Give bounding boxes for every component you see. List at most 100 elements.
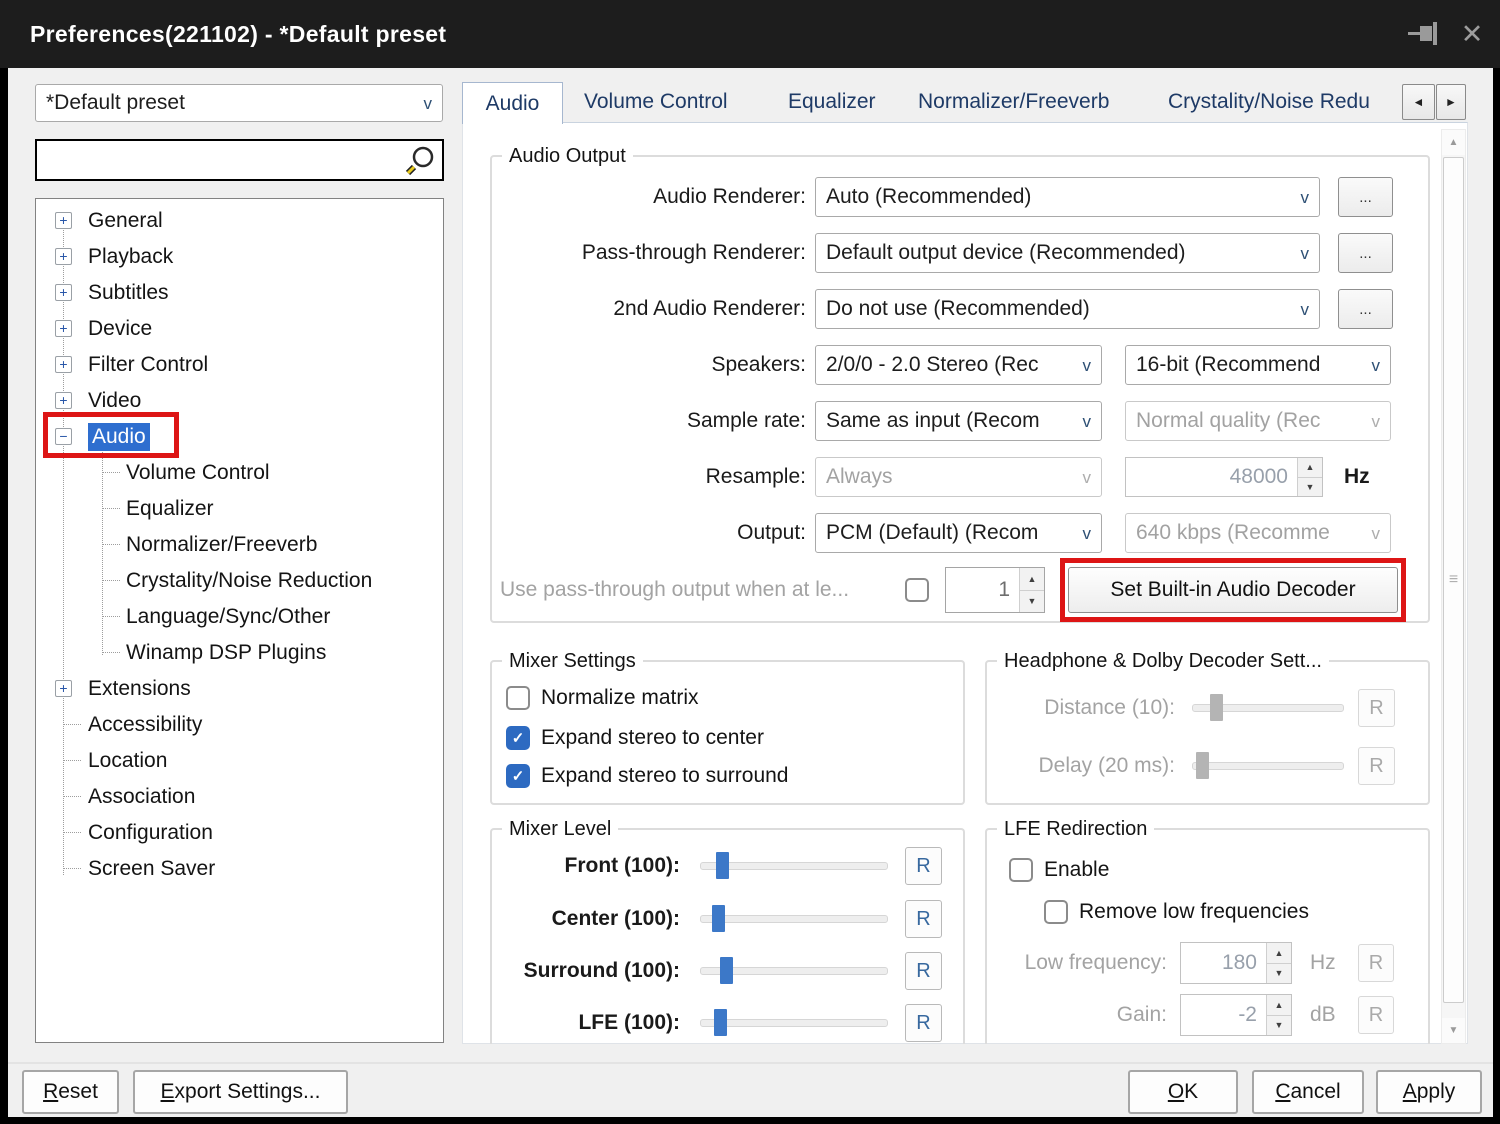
slider-thumb[interactable] [712,905,725,932]
scroll-up-button[interactable]: ▲ [1442,130,1465,155]
dropdown-value: Normal quality (Rec [1136,409,1366,433]
normalize-matrix-checkbox[interactable] [506,686,530,710]
passthrough-renderer-dropdown[interactable]: Default output device (Recommended) v [815,233,1320,273]
tab-crystality-noise-reduction[interactable]: Crystality/Noise Redu [1168,82,1400,122]
dropdown-value: Default output device (Recommended) [826,241,1295,265]
expand-plus-icon[interactable]: + [55,680,72,697]
remove-low-frequencies-checkbox[interactable] [1044,900,1068,924]
tree-item-extensions[interactable]: + Extensions [36,671,443,707]
tree-item-accessibility[interactable]: Accessibility [36,707,443,743]
tree-item-association[interactable]: Association [36,779,443,815]
slider-thumb[interactable] [714,1009,727,1036]
expand-stereo-center-checkbox[interactable]: ✓ [506,726,530,750]
tree-item-device[interactable]: + Device [36,311,443,347]
dropdown-value: Same as input (Recom [826,409,1077,433]
tree-item-label: Winamp DSP Plugins [126,639,326,667]
tab-volume-control[interactable]: Volume Control [584,82,728,122]
front-level-label: Front (100): [500,846,680,886]
slider-thumb[interactable] [720,957,733,984]
expand-plus-icon[interactable]: + [55,392,72,409]
lfe-enable-checkbox[interactable] [1009,858,1033,882]
tree-item-audio[interactable]: − Audio [36,419,443,455]
output-format-dropdown[interactable]: PCM (Default) (Recom v [815,513,1102,553]
second-audio-renderer-dropdown[interactable]: Do not use (Recommended) v [815,289,1320,329]
apply-button[interactable]: Apply [1376,1070,1482,1114]
scrollbar-thumb[interactable]: ≡ [1443,157,1464,1003]
slider-thumb[interactable] [716,852,729,879]
expand-plus-icon[interactable]: + [55,212,72,229]
tree-connector [63,832,81,833]
lfe-level-slider[interactable] [700,1003,888,1043]
speakers-dropdown[interactable]: 2/0/0 - 2.0 Stereo (Rec v [815,345,1102,385]
expand-plus-icon[interactable]: + [55,320,72,337]
tree-item-winamp-dsp-plugins[interactable]: Winamp DSP Plugins [36,635,443,671]
front-level-slider[interactable] [700,846,888,886]
tree-item-playback[interactable]: + Playback [36,239,443,275]
tree-item-crystality-noise-reduction[interactable]: Crystality/Noise Reduction [36,563,443,599]
tab-equalizer[interactable]: Equalizer [788,82,876,122]
second-audio-renderer-more-button[interactable]: ... [1338,289,1393,329]
tree-item-video[interactable]: + Video [36,383,443,419]
center-level-reset-button[interactable]: R [905,900,942,938]
slider-track[interactable] [700,1019,888,1027]
tree-item-label: Equalizer [126,495,214,523]
tree-item-subtitles[interactable]: + Subtitles [36,275,443,311]
tree-item-general[interactable]: + General [36,203,443,239]
pin-icon[interactable] [1406,20,1444,48]
front-level-reset-button[interactable]: R [905,847,942,885]
distance-label: Distance (10): [1005,688,1175,728]
spinner-down-icon: ▼ [1298,478,1322,497]
tree-item-language-sync-other[interactable]: Language/Sync/Other [36,599,443,635]
cancel-button[interactable]: Cancel [1252,1070,1364,1114]
search-input[interactable] [35,139,444,181]
check-icon: ✓ [512,767,525,785]
passthrough-min-checkbox[interactable] [905,578,929,602]
tree-item-volume-control[interactable]: Volume Control [36,455,443,491]
tab-normalizer-freeverb[interactable]: Normalizer/Freeverb [918,82,1109,122]
expand-plus-icon[interactable]: + [55,356,72,373]
expand-stereo-center-label[interactable]: Expand stereo to center [541,725,764,751]
tab-scroll-left-button[interactable]: ◄ [1402,84,1435,120]
settings-tree: + General + Playback + Subtitles + Devic… [35,198,444,1043]
export-settings-button[interactable]: Export Settings... [133,1070,348,1114]
normalize-matrix-label[interactable]: Normalize matrix [541,685,699,711]
sample-rate-dropdown[interactable]: Same as input (Recom v [815,401,1102,441]
speakers-bitdepth-dropdown[interactable]: 16-bit (Recommend v [1125,345,1391,385]
audio-renderer-more-button[interactable]: ... [1338,177,1393,217]
expand-plus-icon[interactable]: + [55,284,72,301]
lfe-enable-label[interactable]: Enable [1044,857,1109,883]
low-frequency-label: Low frequency: [1005,942,1167,984]
tree-item-normalizer-freeverb[interactable]: Normalizer/Freeverb [36,527,443,563]
passthrough-min-spinner: 1 ▲ ▼ [945,567,1045,613]
tab-audio[interactable]: Audio [462,82,563,124]
surround-level-slider[interactable] [700,951,888,991]
tree-item-location[interactable]: Location [36,743,443,779]
tree-item-label: Association [88,783,195,811]
tab-scroll-right-button[interactable]: ► [1436,84,1466,120]
reset-button[interactable]: Reset [22,1070,119,1114]
lfe-level-reset-button[interactable]: R [905,1004,942,1042]
remove-low-frequencies-label[interactable]: Remove low frequencies [1079,899,1309,925]
collapse-minus-icon[interactable]: − [55,428,72,445]
scrollbar[interactable]: ▲ ≡ ▼ [1441,129,1466,1044]
center-level-slider[interactable] [700,899,888,939]
close-icon[interactable]: ✕ [1452,14,1492,54]
expand-plus-icon[interactable]: + [55,248,72,265]
preset-dropdown[interactable]: *Default preset v [35,84,443,122]
tree-item-screen-saver[interactable]: Screen Saver [36,851,443,887]
surround-level-reset-button[interactable]: R [905,952,942,990]
ok-button[interactable]: OK [1128,1070,1238,1114]
scroll-down-button[interactable]: ▼ [1442,1018,1465,1043]
tree-item-label: Normalizer/Freeverb [126,531,317,559]
group-legend: Audio Output [502,143,633,169]
passthrough-renderer-more-button[interactable]: ... [1338,233,1393,273]
audio-renderer-dropdown[interactable]: Auto (Recommended) v [815,177,1320,217]
expand-stereo-surround-label[interactable]: Expand stereo to surround [541,763,789,789]
tree-item-filter-control[interactable]: + Filter Control [36,347,443,383]
set-builtin-audio-decoder-button[interactable]: Set Built-in Audio Decoder [1068,567,1398,613]
tree-item-equalizer[interactable]: Equalizer [36,491,443,527]
slider-track[interactable] [700,915,888,923]
tree-item-configuration[interactable]: Configuration [36,815,443,851]
expand-stereo-surround-checkbox[interactable]: ✓ [506,764,530,788]
tree-item-label: Language/Sync/Other [126,603,330,631]
